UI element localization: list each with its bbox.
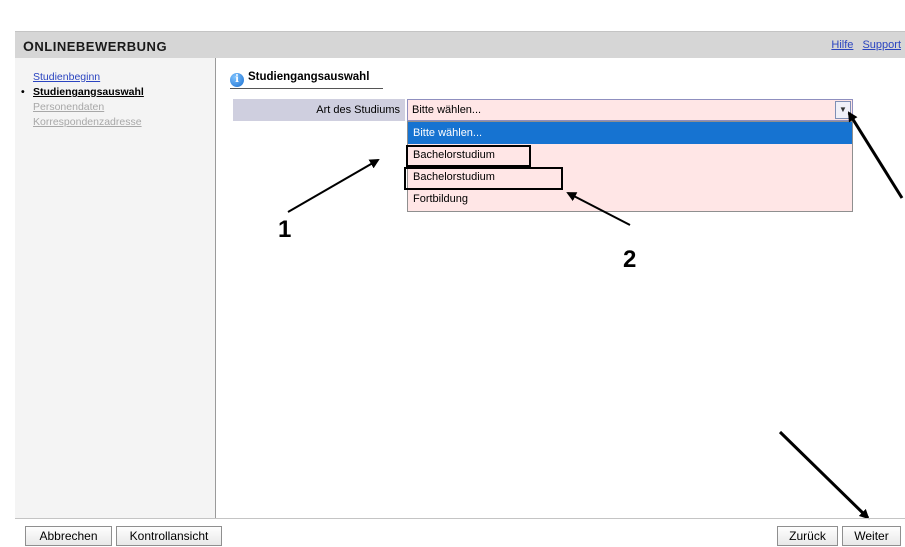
annotation-box-2 <box>404 167 563 190</box>
sidebar-item-personendaten: Personendaten <box>33 101 105 113</box>
chevron-down-icon[interactable]: ▼ <box>835 101 851 119</box>
back-button[interactable]: Zurück <box>777 526 838 546</box>
cancel-button[interactable]: Abbrechen <box>25 526 112 546</box>
main-content: i Studiengangsauswahl Art des Studiums Bi… <box>215 58 905 518</box>
select-value: Bitte wählen... <box>412 104 482 116</box>
tab-studiengangsauswahl[interactable]: i Studiengangsauswahl <box>230 67 384 89</box>
next-button[interactable]: Weiter <box>842 526 901 546</box>
sidebar: Studienbeginn • Studiengangsauswahl Perso… <box>15 58 215 518</box>
sidebar-item-korrespondenzadresse: Korrespondenzadresse <box>33 116 142 128</box>
preview-button[interactable]: Kontrollansicht <box>116 526 222 546</box>
bullet-icon: • <box>21 86 25 98</box>
help-link[interactable]: Hilfe <box>831 39 853 51</box>
footer-bar: Abbrechen Kontrollansicht Zurück Weiter <box>15 518 905 547</box>
header-links: Hilfe Support <box>825 39 901 51</box>
support-link[interactable]: Support <box>862 39 901 51</box>
field-label-art-des-studiums: Art des Studiums <box>233 99 405 121</box>
tab-label: Studiengangsauswahl <box>248 71 370 83</box>
sidebar-item-studiengangsauswahl[interactable]: • Studiengangsauswahl <box>19 85 144 100</box>
annotation-box-1 <box>406 145 531 167</box>
info-icon: i <box>230 73 244 87</box>
step-nav: Studienbeginn • Studiengangsauswahl Perso… <box>19 70 144 130</box>
sidebar-item-studienbeginn[interactable]: Studienbeginn <box>19 70 144 85</box>
app-header: ONLINEBEWERBUNG Hilfe Support <box>15 31 905 58</box>
app-title: ONLINEBEWERBUNG <box>23 38 168 54</box>
option-bitte-waehlen[interactable]: Bitte wählen... <box>408 122 852 144</box>
annotation-label-2: 2 <box>623 246 637 273</box>
study-type-select[interactable]: Bitte wählen... ▼ <box>407 99 853 121</box>
option-fortbildung[interactable]: Fortbildung <box>408 188 852 210</box>
annotation-label-1: 1 <box>278 216 292 243</box>
